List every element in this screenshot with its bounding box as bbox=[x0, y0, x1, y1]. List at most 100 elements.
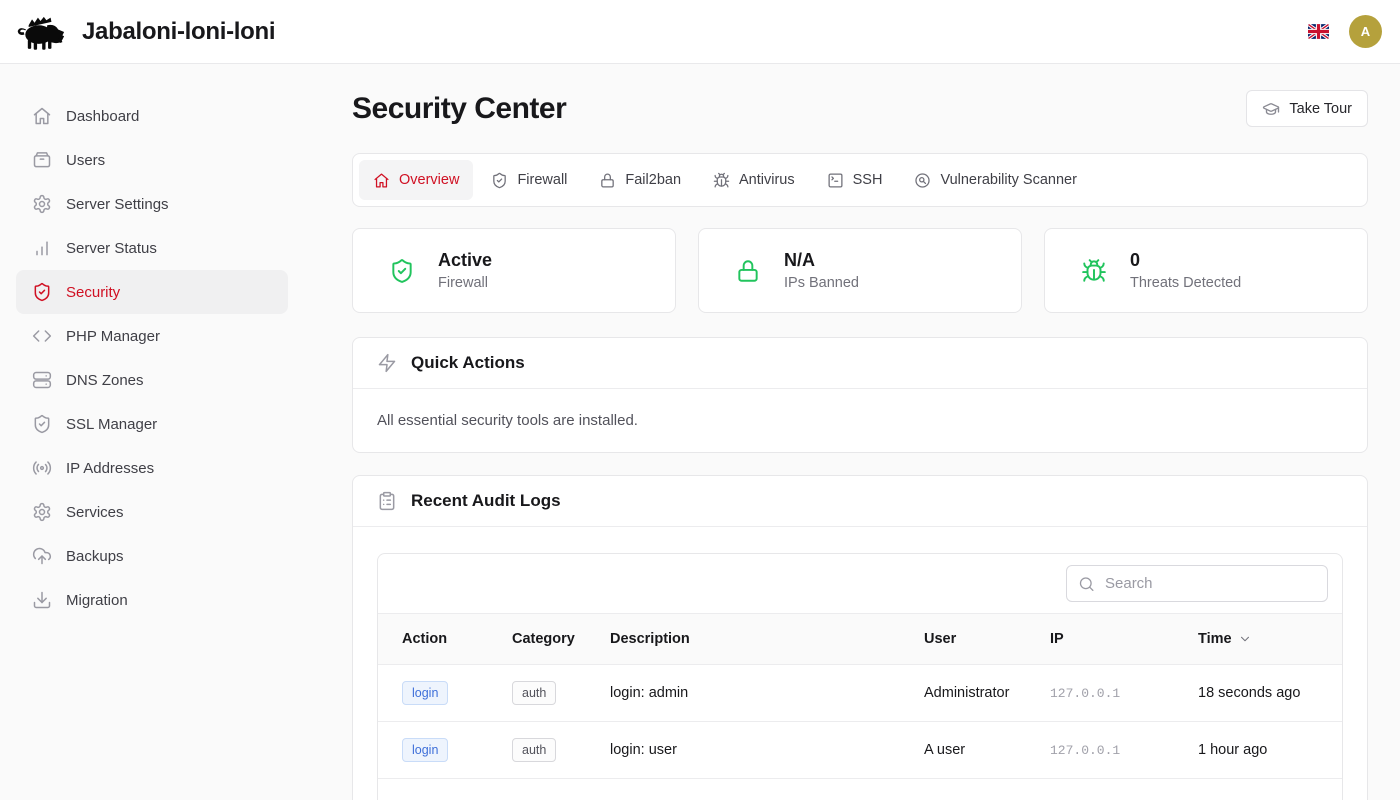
column-header-user[interactable]: User bbox=[924, 631, 1050, 647]
sidebar-item-label: PHP Manager bbox=[66, 328, 160, 345]
tab-vulnerability-scanner[interactable]: Vulnerability Scanner bbox=[900, 160, 1090, 200]
sidebar-item-label: Migration bbox=[66, 592, 128, 609]
sidebar-item-backups[interactable]: Backups bbox=[16, 534, 288, 578]
quick-actions-title: Quick Actions bbox=[411, 353, 525, 373]
table-header-row: Action Category Description User IP Time bbox=[378, 613, 1342, 665]
card-value: Active bbox=[438, 250, 492, 271]
column-header-time[interactable]: Time bbox=[1198, 631, 1318, 647]
sidebar-item-server-settings[interactable]: Server Settings bbox=[16, 182, 288, 226]
cell-description: login: admin bbox=[610, 685, 924, 701]
search-input[interactable] bbox=[1066, 565, 1328, 602]
sidebar-item-dns-zones[interactable]: DNS Zones bbox=[16, 358, 288, 402]
sidebar-item-label: Server Settings bbox=[66, 196, 169, 213]
sidebar-item-security[interactable]: Security bbox=[16, 270, 288, 314]
sidebar-item-label: Dashboard bbox=[66, 108, 139, 125]
sidebar-item-services[interactable]: Services bbox=[16, 490, 288, 534]
lock-icon bbox=[735, 258, 761, 284]
audit-logs-title: Recent Audit Logs bbox=[411, 491, 561, 511]
cell-time: 1 hour ago bbox=[1198, 742, 1318, 758]
card-label: Firewall bbox=[438, 275, 492, 291]
status-card-firewall: Active Firewall bbox=[352, 228, 676, 313]
sidebar-item-dashboard[interactable]: Dashboard bbox=[16, 94, 288, 138]
cell-ip: 127.0.0.1 bbox=[1050, 686, 1198, 701]
sidebar-item-server-status[interactable]: Server Status bbox=[16, 226, 288, 270]
card-value: N/A bbox=[784, 250, 859, 271]
sidebar-item-label: Backups bbox=[66, 548, 124, 565]
user-avatar[interactable]: A bbox=[1349, 15, 1382, 48]
quick-actions-message: All essential security tools are install… bbox=[353, 389, 1367, 452]
card-value: 0 bbox=[1130, 250, 1241, 271]
status-card-ips-banned: N/A IPs Banned bbox=[698, 228, 1022, 313]
status-card-threats: 0 Threats Detected bbox=[1044, 228, 1368, 313]
card-label: IPs Banned bbox=[784, 275, 859, 291]
table-row[interactable]: login auth login: user A user 127.0.0.1 … bbox=[378, 722, 1342, 779]
page-title: Security Center bbox=[352, 92, 566, 126]
clipboard-icon bbox=[377, 491, 397, 511]
action-badge: login bbox=[402, 681, 448, 705]
bug-icon bbox=[713, 172, 730, 189]
sidebar-item-label: DNS Zones bbox=[66, 372, 144, 389]
table-row[interactable]: login auth login: admin Administrator 12… bbox=[378, 665, 1342, 722]
column-header-action[interactable]: Action bbox=[402, 631, 512, 647]
cell-description: login: user bbox=[610, 742, 924, 758]
take-tour-button[interactable]: Take Tour bbox=[1246, 90, 1368, 127]
shield-check-icon bbox=[389, 258, 415, 284]
search-icon bbox=[1078, 575, 1095, 592]
quick-actions-panel: Quick Actions All essential security too… bbox=[352, 337, 1368, 453]
sidebar-item-migration[interactable]: Migration bbox=[16, 578, 288, 622]
tab-overview[interactable]: Overview bbox=[359, 160, 473, 200]
brand[interactable]: Jabaloni-loni-loni bbox=[16, 13, 275, 51]
gear-icon bbox=[32, 502, 52, 522]
cloud-upload-icon bbox=[32, 546, 52, 566]
category-badge: auth bbox=[512, 738, 556, 762]
sidebar-item-label: Users bbox=[66, 152, 105, 169]
table-row-partial bbox=[378, 779, 1342, 800]
terminal-icon bbox=[827, 172, 844, 189]
server-icon bbox=[32, 370, 52, 390]
cell-ip: 127.0.0.1 bbox=[1050, 743, 1198, 758]
audit-table: Action Category Description User IP Time… bbox=[377, 553, 1343, 800]
cell-user: A user bbox=[924, 742, 1050, 758]
shield-check-icon bbox=[32, 282, 52, 302]
cell-time: 18 seconds ago bbox=[1198, 685, 1318, 701]
drawer-icon bbox=[32, 150, 52, 170]
sidebar-item-label: Services bbox=[66, 504, 124, 521]
sidebar-item-php-manager[interactable]: PHP Manager bbox=[16, 314, 288, 358]
sidebar-item-label: SSL Manager bbox=[66, 416, 157, 433]
chevron-down-icon bbox=[1238, 632, 1252, 646]
column-header-category[interactable]: Category bbox=[512, 631, 610, 647]
uk-flag-icon[interactable] bbox=[1308, 24, 1329, 39]
topbar: Jabaloni-loni-loni A bbox=[0, 0, 1400, 64]
category-badge: auth bbox=[512, 681, 556, 705]
home-icon bbox=[32, 106, 52, 126]
home-icon bbox=[373, 172, 390, 189]
boar-logo-icon bbox=[16, 13, 70, 51]
sidebar-item-ip-addresses[interactable]: IP Addresses bbox=[16, 446, 288, 490]
gear-icon bbox=[32, 194, 52, 214]
bug-icon bbox=[1081, 258, 1107, 284]
lightning-icon bbox=[377, 353, 397, 373]
sidebar-item-users[interactable]: Users bbox=[16, 138, 288, 182]
cell-user: Administrator bbox=[924, 685, 1050, 701]
tab-fail2ban[interactable]: Fail2ban bbox=[585, 160, 695, 200]
tab-antivirus[interactable]: Antivirus bbox=[699, 160, 809, 200]
security-tabs: Overview Firewall Fail2ban Antivirus SSH… bbox=[352, 153, 1368, 207]
audit-logs-panel: Recent Audit Logs Action Category Descri… bbox=[352, 475, 1368, 800]
graduation-cap-icon bbox=[1262, 100, 1280, 118]
shield-check-icon bbox=[491, 172, 508, 189]
column-header-description[interactable]: Description bbox=[610, 631, 924, 647]
sidebar-item-ssl-manager[interactable]: SSL Manager bbox=[16, 402, 288, 446]
tab-ssh[interactable]: SSH bbox=[813, 160, 897, 200]
sidebar-item-label: IP Addresses bbox=[66, 460, 154, 477]
app-title: Jabaloni-loni-loni bbox=[82, 18, 275, 46]
column-header-ip[interactable]: IP bbox=[1050, 631, 1198, 647]
sidebar-item-label: Server Status bbox=[66, 240, 157, 257]
tab-firewall[interactable]: Firewall bbox=[477, 160, 581, 200]
download-icon bbox=[32, 590, 52, 610]
sidebar: Dashboard Users Server Settings Server S… bbox=[0, 64, 304, 800]
action-badge: login bbox=[402, 738, 448, 762]
bar-chart-icon bbox=[32, 238, 52, 258]
lock-icon bbox=[599, 172, 616, 189]
radio-waves-icon bbox=[32, 458, 52, 478]
card-label: Threats Detected bbox=[1130, 275, 1241, 291]
